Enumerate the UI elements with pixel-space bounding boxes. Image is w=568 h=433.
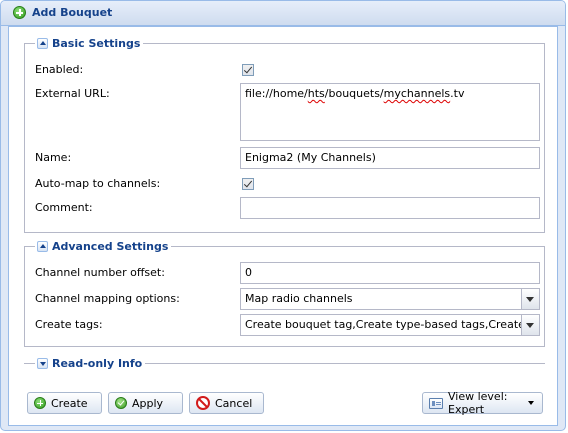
enabled-label: Enabled:: [35, 63, 84, 76]
advanced-settings-legend[interactable]: Advanced Settings: [35, 239, 172, 253]
title-bar: Add Bouquet: [1, 1, 565, 26]
plus-icon: [34, 397, 46, 409]
chevron-down-icon[interactable]: [521, 315, 539, 335]
view-level-icon: [429, 397, 443, 409]
collapse-icon[interactable]: [37, 37, 48, 49]
create-button[interactable]: Create: [27, 392, 102, 414]
view-level-button[interactable]: View level: Expert: [422, 390, 543, 416]
expand-icon[interactable]: [37, 357, 48, 369]
cancel-button-label: Cancel: [215, 396, 253, 410]
add-icon: [13, 6, 26, 19]
create-button-label: Create: [51, 396, 88, 410]
url-part: .tv: [450, 87, 465, 100]
auto-map-checkbox[interactable]: [242, 178, 254, 190]
basic-settings-legend[interactable]: Basic Settings: [35, 36, 144, 50]
channel-offset-field[interactable]: 0: [240, 262, 540, 284]
create-tags-value: Create bouquet tag,Create type-based tag…: [245, 318, 539, 331]
name-label: Name:: [35, 151, 72, 164]
chevron-down-icon[interactable]: [521, 289, 539, 309]
mapping-options-combo[interactable]: Map radio channels: [240, 288, 540, 310]
url-part-misspelled: mychannels: [383, 87, 451, 100]
enabled-checkbox[interactable]: [242, 64, 254, 76]
cancel-icon: [196, 396, 210, 410]
caret-down-icon: [528, 401, 534, 405]
collapse-icon[interactable]: [37, 240, 48, 252]
basic-settings-title: Basic Settings: [52, 36, 141, 50]
readonly-info-title: Read-only Info: [52, 356, 143, 370]
url-part-misspelled: hts: [307, 87, 325, 100]
readonly-info-legend[interactable]: Read-only Info: [35, 356, 146, 370]
mapping-options-label: Channel mapping options:: [35, 292, 180, 305]
view-level-label: View level: Expert: [448, 390, 508, 416]
dialog-title: Add Bouquet: [32, 6, 113, 19]
url-part: /bouquets/: [324, 87, 384, 100]
create-tags-combo[interactable]: Create bouquet tag,Create type-based tag…: [240, 314, 540, 336]
cancel-button[interactable]: Cancel: [189, 392, 264, 414]
url-part: file://home/: [245, 87, 308, 100]
add-bouquet-dialog: Add Bouquet Basic Settings Enabled: Exte…: [0, 0, 566, 431]
comment-label: Comment:: [35, 201, 93, 214]
comment-field[interactable]: [240, 197, 540, 219]
name-field[interactable]: Enigma2 (My Channels): [240, 147, 540, 169]
advanced-settings-title: Advanced Settings: [52, 239, 169, 253]
apply-button-label: Apply: [132, 396, 164, 410]
dialog-body: Basic Settings Enabled: External URL: fi…: [8, 26, 558, 426]
channel-offset-label: Channel number offset:: [35, 266, 165, 279]
check-icon: [115, 397, 127, 409]
external-url-field[interactable]: file://home/hts/bouquets/mychannels.tv: [240, 83, 540, 141]
apply-button[interactable]: Apply: [108, 392, 183, 414]
external-url-label: External URL:: [35, 87, 110, 100]
mapping-options-value: Map radio channels: [245, 292, 353, 305]
create-tags-label: Create tags:: [35, 318, 103, 331]
auto-map-label: Auto-map to channels:: [35, 177, 161, 190]
